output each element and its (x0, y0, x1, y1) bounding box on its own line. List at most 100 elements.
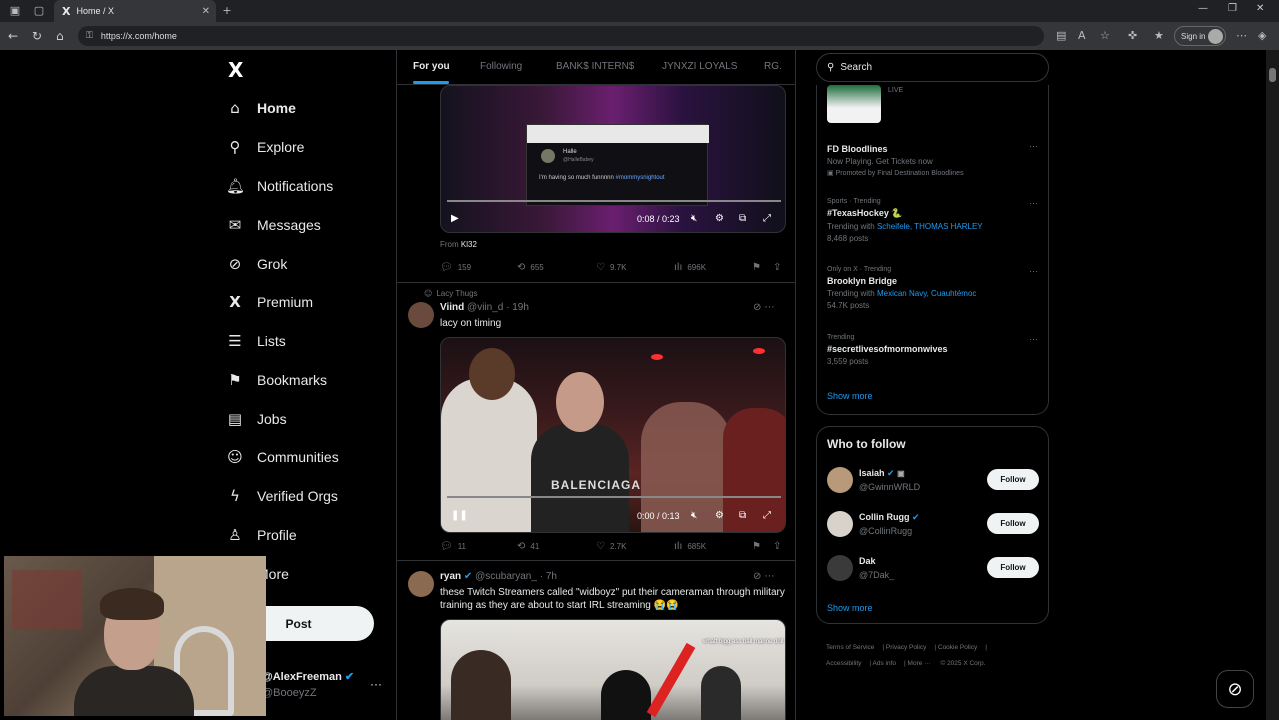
copilot-icon[interactable]: ◈ (1258, 29, 1266, 42)
trends-show-more[interactable]: Show more (827, 391, 873, 401)
account-more-icon[interactable]: ··· (370, 677, 382, 691)
favorites-icon[interactable]: ★ (1154, 29, 1164, 42)
footer-link[interactable]: Terms of Service (826, 644, 874, 651)
promoted-trend[interactable]: FD Bloodlines Now Playing. Get Tickets n… (827, 141, 1042, 177)
footer-link[interactable]: Privacy Policy (886, 644, 926, 651)
reply-button[interactable]: 💬︎ 11 (440, 541, 466, 552)
social-context[interactable]: ☺ Lacy Thugs (424, 289, 478, 298)
live-thumbnail[interactable] (827, 85, 881, 123)
source-link[interactable]: Kl32 (461, 240, 477, 249)
footer-link[interactable]: Accessibility (826, 660, 861, 667)
fullscreen-icon[interactable]: ⤢ (763, 510, 771, 521)
tab-banks-interns[interactable]: BANK$ INTERN$ (556, 61, 634, 72)
trend-item[interactable]: Trending #secretlivesofmormonwives 3,559… (827, 334, 1042, 366)
video-player[interactable]: Halle @HalleBabey I'm having so much fun… (440, 85, 786, 233)
nav-lists[interactable]: ☰ Lists (226, 329, 286, 353)
share-button[interactable]: ⇪ (773, 541, 786, 552)
video-progress-bar[interactable] (447, 496, 781, 498)
like-button[interactable]: ♡ 9.7K (596, 262, 626, 273)
mute-icon[interactable]: 🔇︎ (691, 510, 697, 521)
like-button[interactable]: ♡ 2.7K (596, 541, 626, 552)
pip-icon[interactable]: ⧉ (739, 213, 746, 224)
nav-profile[interactable]: ♙ Profile (226, 523, 296, 547)
refresh-icon[interactable]: ↻ (32, 29, 42, 43)
site-info-icon[interactable]: ⚿ (86, 31, 93, 41)
follow-button[interactable]: Follow (987, 557, 1039, 578)
nav-communities[interactable]: ☺ Communities (226, 445, 339, 469)
follow-suggestion[interactable]: Collin Rugg ✔ @CollinRugg Follow (827, 511, 1042, 541)
tab-following[interactable]: Following (480, 61, 522, 72)
grok-post-icon[interactable]: ⊘ ⋯ (753, 302, 775, 313)
follow-button[interactable]: Follow (987, 513, 1039, 534)
trend-item[interactable]: Only on X · Trending Brooklyn Bridge Tre… (827, 266, 1042, 310)
follow-suggestion[interactable]: Dak @7Dak_ Follow (827, 555, 1042, 585)
account-switcher[interactable]: @AlexFreeman ✔ @BooeyzZ (262, 670, 354, 699)
nav-verified-orgs[interactable]: ϟ Verified Orgs (226, 484, 338, 508)
workspaces-icon[interactable]: ▣ (8, 4, 22, 18)
browser-tab[interactable]: X Home / X ✕ (54, 0, 216, 22)
favorite-star-icon[interactable]: ☆ (1100, 29, 1110, 42)
maximize-icon[interactable]: ❐ (1228, 3, 1237, 14)
avatar[interactable] (408, 571, 434, 597)
new-tab-icon[interactable]: + (220, 4, 234, 18)
settings-gear-icon[interactable]: ⚙ (715, 213, 724, 224)
views-button[interactable]: ılı 696K (674, 262, 706, 273)
video-player[interactable]: whatt bigg ass ball marine drill (440, 619, 786, 720)
scrollbar-thumb[interactable] (1269, 68, 1276, 82)
pause-icon[interactable]: ❚❚ (451, 510, 468, 521)
video-progress-bar[interactable] (447, 200, 781, 202)
search-input[interactable]: ⚲ Search (816, 53, 1049, 82)
read-aloud-icon[interactable]: A (1078, 29, 1086, 42)
grok-chat-button[interactable]: ⊘ (1216, 670, 1254, 708)
nav-explore[interactable]: ⚲ Explore (226, 135, 305, 159)
follow-button[interactable]: Follow (987, 469, 1039, 490)
trend-more-icon[interactable]: ··· (1029, 141, 1038, 151)
nav-home[interactable]: ⌂ Home (226, 96, 296, 120)
bookmark-button[interactable]: ⚑ (752, 262, 766, 273)
mute-icon[interactable]: 🔇︎ (691, 213, 697, 224)
minimize-icon[interactable]: — (1198, 3, 1208, 14)
post-author[interactable]: Viind @viin_d · 19h (440, 302, 529, 313)
extensions-icon[interactable]: ✜ (1128, 29, 1137, 42)
nav-messages[interactable]: ✉ Messages (226, 213, 321, 237)
follow-suggestion[interactable]: Isaiah ✔ ▣ @GwinnWRLD Follow (827, 467, 1042, 497)
play-icon[interactable]: ▶ (451, 213, 459, 224)
nav-premium[interactable]: X Premium (226, 290, 313, 314)
tab-jynxzi-loyals[interactable]: JYNXZI LOYALS (662, 61, 737, 72)
trend-item[interactable]: Sports · Trending #TexasHockey 🐍 Trendin… (827, 198, 1042, 243)
sign-in-button[interactable]: Sign in (1174, 26, 1226, 46)
tab-close-icon[interactable]: ✕ (202, 6, 210, 17)
reader-icon[interactable]: ▤ (1056, 29, 1066, 42)
share-button[interactable]: ⇪ (773, 262, 786, 273)
grok-post-icon[interactable]: ⊘ ⋯ (753, 571, 775, 582)
who-to-follow-show-more[interactable]: Show more (827, 603, 873, 613)
views-button[interactable]: ılı 685K (674, 541, 706, 552)
home-browser-icon[interactable]: ⌂ (56, 29, 64, 43)
avatar[interactable] (408, 302, 434, 328)
trend-more-icon[interactable]: ··· (1029, 266, 1038, 276)
browser-menu-icon[interactable]: ⋯ (1236, 29, 1247, 42)
url-field[interactable]: ⚿ https://x.com/home (78, 26, 1044, 46)
footer-more[interactable]: More ··· (908, 660, 931, 667)
trend-more-icon[interactable]: ··· (1029, 198, 1038, 208)
trend-more-icon[interactable]: ··· (1029, 334, 1038, 344)
nav-bookmarks[interactable]: ⚑ Bookmarks (226, 368, 327, 392)
nav-grok[interactable]: ⊘ Grok (226, 252, 288, 276)
repost-button[interactable]: ⟲ 655 (517, 262, 544, 273)
pip-icon[interactable]: ⧉ (739, 510, 746, 521)
page-scrollbar[interactable] (1266, 50, 1279, 720)
back-icon[interactable]: ← (8, 29, 18, 43)
tab-actions-icon[interactable]: ▢ (32, 4, 46, 18)
x-logo[interactable]: X (228, 58, 243, 82)
reply-button[interactable]: 💬︎ 159 (440, 262, 471, 273)
nav-notifications[interactable]: 🔔︎ Notifications (226, 174, 333, 198)
footer-link[interactable]: Ads info (873, 660, 897, 667)
footer-link[interactable]: Cookie Policy (938, 644, 977, 651)
post-author[interactable]: ryan ✔ @scubaryan_ · 7h (440, 571, 557, 582)
fullscreen-icon[interactable]: ⤢ (763, 213, 771, 224)
bookmark-button[interactable]: ⚑ (752, 541, 766, 552)
video-player[interactable]: BALENCIAGA ❚❚ 0:00 / 0:13 🔇︎ ⚙ ⧉ ⤢ (440, 337, 786, 533)
nav-jobs[interactable]: ▤ Jobs (226, 407, 287, 431)
tab-rg[interactable]: RG. (764, 61, 782, 72)
close-window-icon[interactable]: ✕ (1256, 3, 1264, 14)
